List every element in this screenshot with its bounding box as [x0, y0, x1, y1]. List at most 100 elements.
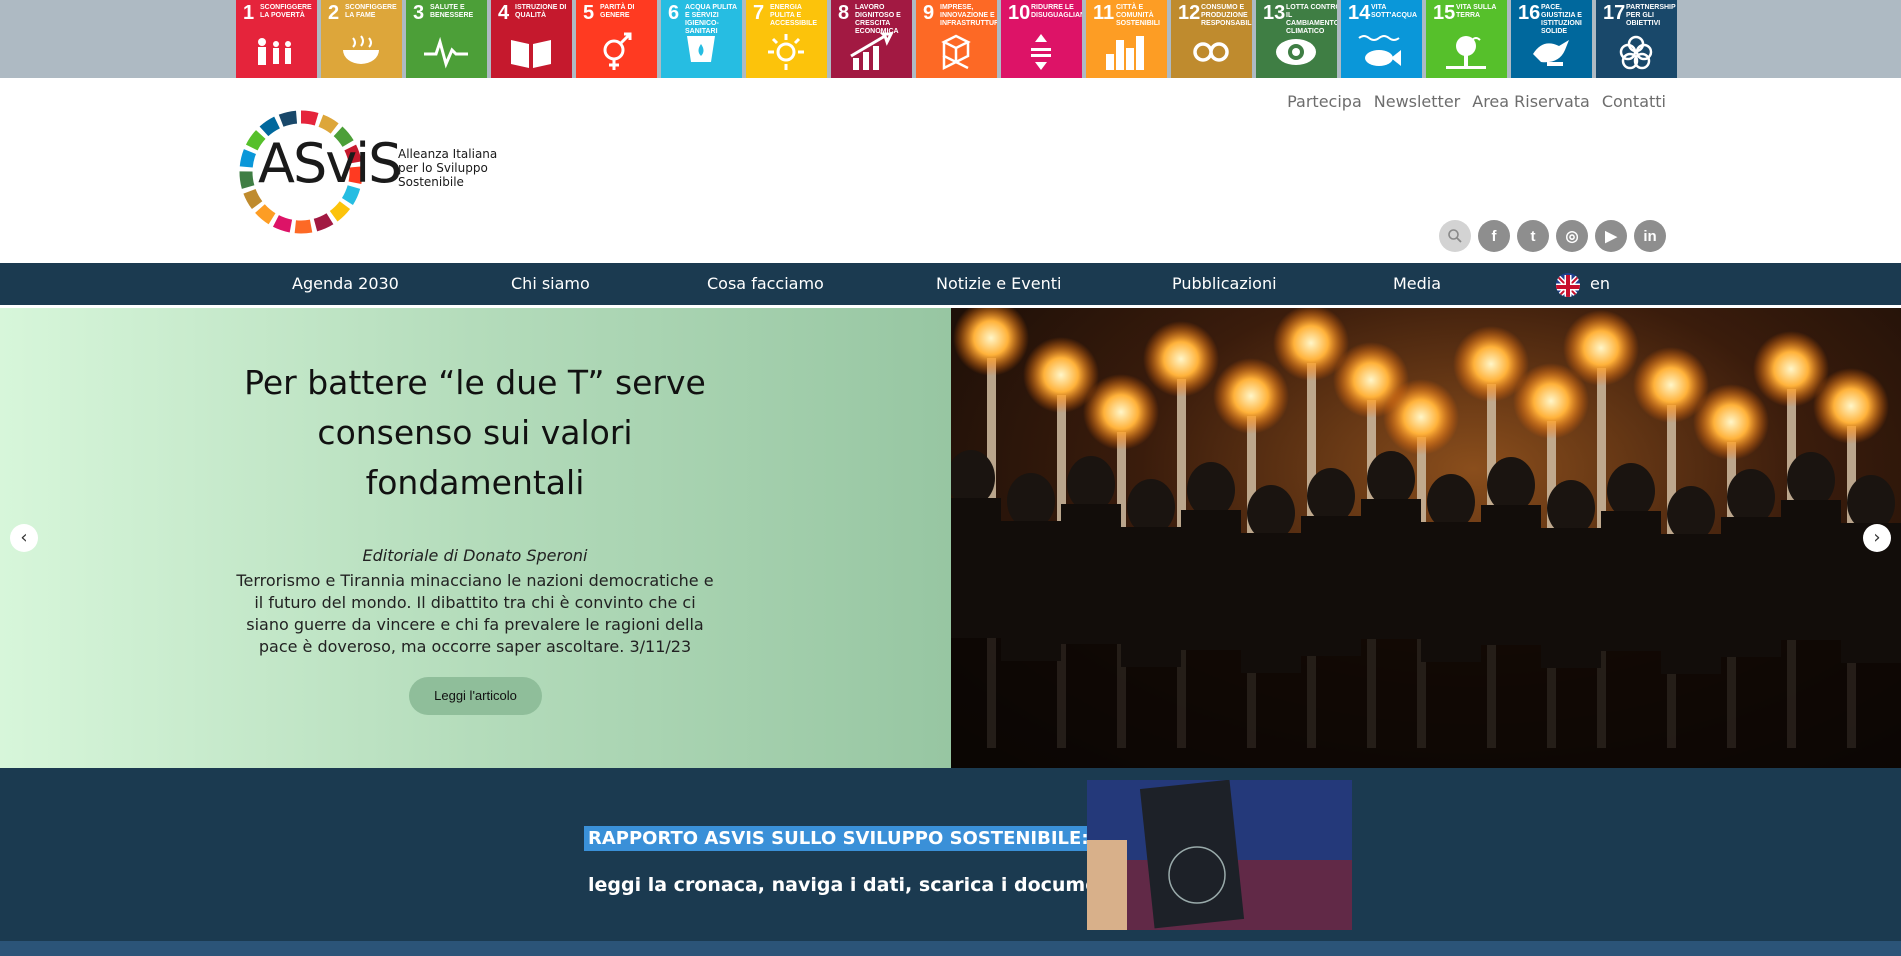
sdg-goal-13[interactable]: 13 LOTTA CONTRO IL CAMBIAMENTO CLIMATICO — [1256, 0, 1337, 78]
sdg-number: 11 — [1093, 2, 1115, 24]
sdg-goal-icon — [1619, 35, 1653, 70]
sdg-label: CITTÀ E COMUNITÀ SOSTENIBILI — [1116, 4, 1160, 27]
sdg-number: 4 — [498, 2, 510, 24]
report-banner[interactable]: RAPPORTO ASVIS SULLO SVILUPPO SOSTENIBIL… — [0, 768, 1901, 941]
sdg-goal-12[interactable]: 12 CONSUMO E PRODUZIONE RESPONSABILI — [1171, 0, 1252, 78]
youtube-icon[interactable]: ▶ — [1595, 220, 1627, 252]
sdg-goal-icon — [1276, 39, 1316, 65]
sdg-number: 10 — [1008, 2, 1031, 24]
nav-language-en[interactable]: en — [1556, 263, 1610, 305]
sdg-number: 14 — [1348, 2, 1371, 24]
logo-subtitle: Alleanza Italiana per lo Sviluppo Sosten… — [398, 147, 498, 189]
sdg-goal-11[interactable]: 11 CITTÀ E COMUNITÀ SOSTENIBILI — [1086, 0, 1167, 78]
report-subtitle[interactable]: leggi la cronaca, naviga i dati, scarica… — [588, 874, 1127, 896]
twitter-icon[interactable]: t — [1517, 220, 1549, 252]
sdg-number: 13 — [1263, 2, 1286, 24]
sdg-goal-1[interactable]: 1 SCONFIGGERE LA POVERTÀ — [236, 0, 317, 78]
sdg-label: SCONFIGGERE LA POVERTÀ — [260, 4, 312, 19]
sdg-goal-10[interactable]: 10RIDURRE LE DISUGUAGLIANZE — [1001, 0, 1082, 78]
uk-flag-icon — [1556, 272, 1580, 297]
link-contatti[interactable]: Contatti — [1602, 92, 1666, 111]
sdg-goal-icon — [1193, 42, 1229, 62]
sdg-goal-icon — [424, 36, 468, 69]
sdg-goal-icon — [511, 40, 551, 68]
report-book-image[interactable] — [1087, 780, 1352, 930]
sdg-goal-8[interactable]: 8 LAVORO DIGNITOSO E CRESCITA ECONOMICA — [831, 0, 912, 78]
link-newsletter[interactable]: Newsletter — [1374, 92, 1461, 111]
sdg-goal-4[interactable]: 4 ISTRUZIONE DI QUALITÀ — [491, 0, 572, 78]
sdg-goal-icon — [603, 32, 632, 70]
logo-wordmark: ASviS — [258, 132, 402, 195]
carousel-next-button[interactable]: › — [1863, 524, 1891, 552]
carousel-prev-button[interactable]: ‹ — [10, 524, 38, 552]
nav-notizie-eventi[interactable]: Notizie e Eventi — [936, 263, 1061, 305]
nav-chi-siamo[interactable]: Chi siamo — [511, 263, 590, 305]
hero-image — [951, 308, 1901, 768]
main-nav: Agenda 2030 Chi siamo Cosa facciamo Noti… — [0, 263, 1901, 305]
sdg-goal-6[interactable]: 6 ACQUA PULITA E SERVIZI IGIENICO-SANITAR… — [661, 0, 742, 78]
sdg-label: VITA SOTT'ACQUA — [1371, 4, 1417, 19]
social-icons: f t ◎ ▶ in — [1439, 220, 1666, 252]
sdg-goal-icon — [1446, 36, 1486, 69]
sdg-goal-5[interactable]: 5 PARITÀ DI GENERE — [576, 0, 657, 78]
sdg-number: 3 — [413, 2, 425, 24]
sdg-label: IMPRESE, INNOVAZIONE E INFRASTRUTTURE — [940, 4, 997, 27]
sdg-number: 8 — [838, 2, 850, 24]
sdg-goal-16[interactable]: 16 PACE, GIUSTIZIA E ISTITUZIONI SOLIDE — [1511, 0, 1592, 78]
utility-links: Partecipa Newsletter Area Riservata Cont… — [1287, 92, 1666, 111]
sdg-number: 1 — [243, 2, 255, 24]
nav-agenda-2030[interactable]: Agenda 2030 — [292, 263, 399, 305]
sdg-goal-3[interactable]: 3 SALUTE E BENESSERE — [406, 0, 487, 78]
sdg-label: VITA SULLA TERRA — [1456, 4, 1497, 19]
sdg-number: 2 — [328, 2, 340, 24]
search-icon[interactable] — [1439, 220, 1471, 252]
sdg-row: 1 SCONFIGGERE LA POVERTÀ 2 SCONFIGGERE LA F… — [236, 0, 1681, 78]
sdg-goal-icon — [941, 34, 971, 71]
sdg-number: 15 — [1433, 2, 1456, 24]
hero-text-panel: Per battere “le due T” serve consenso su… — [0, 308, 951, 768]
nav-cosa-facciamo[interactable]: Cosa facciamo — [707, 263, 824, 305]
asvis-logo[interactable]: ASviS Alleanza Italiana per lo Sviluppo … — [236, 107, 508, 237]
sdg-label: SALUTE E BENESSERE — [430, 4, 474, 19]
sdg-number: 6 — [668, 2, 680, 24]
report-title[interactable]: RAPPORTO ASVIS SULLO SVILUPPO SOSTENIBIL… — [584, 826, 1093, 851]
sdg-label: PARITÀ DI GENERE — [600, 4, 635, 19]
sdg-banner: 1 SCONFIGGERE LA POVERTÀ 2 SCONFIGGERE LA F… — [0, 0, 1901, 78]
sdg-goal-9[interactable]: 9IMPRESE, INNOVAZIONE E INFRASTRUTTURE — [916, 0, 997, 78]
sdg-label: SCONFIGGERE LA FAME — [345, 4, 397, 19]
language-label: en — [1590, 274, 1610, 293]
sdg-goal-icon — [1031, 34, 1051, 70]
sdg-goal-17[interactable]: 17 PARTNERSHIP PER GLI OBIETTIVI — [1596, 0, 1677, 78]
sdg-goal-icon — [258, 38, 291, 65]
sdg-goal-7[interactable]: 7 ENERGIA PULITA E ACCESSIBILE — [746, 0, 827, 78]
sdg-goal-icon — [687, 36, 715, 62]
sdg-label: PARTNERSHIP PER GLI OBIETTIVI — [1626, 4, 1676, 27]
sdg-number: 16 — [1518, 2, 1541, 24]
sdg-goal-14[interactable]: 14 VITA SOTT'ACQUA — [1341, 0, 1422, 78]
sdg-goal-icon — [343, 35, 379, 64]
sdg-number: 17 — [1603, 2, 1626, 24]
nav-pubblicazioni[interactable]: Pubblicazioni — [1172, 263, 1277, 305]
sdg-goal-icon — [1533, 40, 1569, 66]
sdg-goal-15[interactable]: 15 VITA SULLA TERRA — [1426, 0, 1507, 78]
footer-strip — [0, 941, 1901, 956]
sdg-goal-icon — [768, 34, 804, 70]
sdg-label: RIDURRE LE DISUGUAGLIANZE — [1031, 4, 1082, 19]
hero-title: Per battere “le due T” serve consenso su… — [244, 363, 706, 502]
sdg-number: 7 — [753, 2, 765, 24]
link-partecipa[interactable]: Partecipa — [1287, 92, 1362, 111]
sdg-label: ENERGIA PULITA E ACCESSIBILE — [770, 4, 818, 27]
link-area-riservata[interactable]: Area Riservata — [1472, 92, 1590, 111]
hero-description: Terrorismo e Tirannia minacciano le nazi… — [236, 571, 714, 656]
sdg-goal-2[interactable]: 2 SCONFIGGERE LA FAME — [321, 0, 402, 78]
sdg-number: 5 — [583, 2, 595, 24]
sdg-number: 9 — [923, 2, 935, 24]
torch-crowd-photo — [951, 308, 1901, 768]
nav-media[interactable]: Media — [1393, 263, 1441, 305]
sdg-label: ISTRUZIONE DI QUALITÀ — [515, 4, 567, 19]
linkedin-icon[interactable]: in — [1634, 220, 1666, 252]
facebook-icon[interactable]: f — [1478, 220, 1510, 252]
sdg-label: CONSUMO E PRODUZIONE RESPONSABILI — [1201, 4, 1252, 27]
instagram-icon[interactable]: ◎ — [1556, 220, 1588, 252]
read-article-button[interactable]: Leggi l'articolo — [409, 677, 542, 715]
